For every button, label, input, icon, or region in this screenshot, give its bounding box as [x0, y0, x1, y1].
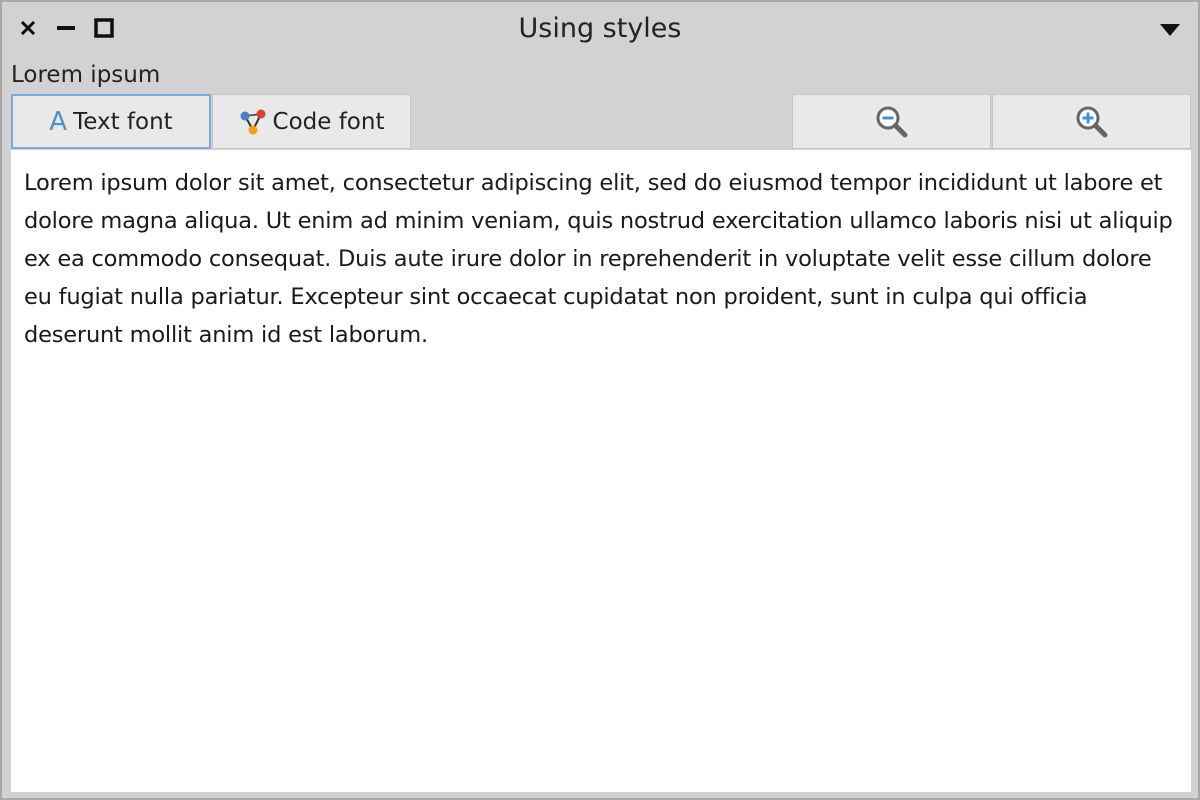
zoom-out-button[interactable] — [792, 94, 991, 149]
window-title: Using styles — [518, 13, 682, 44]
text-area[interactable]: Lorem ipsum dolor sit amet, consectetur … — [11, 150, 1191, 792]
content-text: Lorem ipsum dolor sit amet, consectetur … — [24, 170, 1173, 348]
text-font-label: Text font — [73, 108, 173, 135]
zoom-in-icon — [1076, 106, 1107, 137]
text-font-button[interactable]: A Text font — [11, 94, 211, 149]
text-font-icon: A — [49, 106, 68, 137]
zoom-in-button[interactable] — [992, 94, 1191, 149]
zoom-out-icon — [876, 106, 907, 137]
section-label: Lorem ipsum — [11, 62, 161, 88]
window-menu-button[interactable] — [1158, 20, 1182, 40]
code-font-label: Code font — [272, 108, 385, 135]
code-font-button[interactable]: Code font — [212, 94, 411, 149]
title-bar: Using styles — [2, 2, 1198, 58]
triangle-down-icon — [1160, 24, 1180, 36]
code-font-icon — [239, 108, 267, 136]
window: Using styles Lorem ipsum A Text font Cod… — [0, 0, 1200, 800]
